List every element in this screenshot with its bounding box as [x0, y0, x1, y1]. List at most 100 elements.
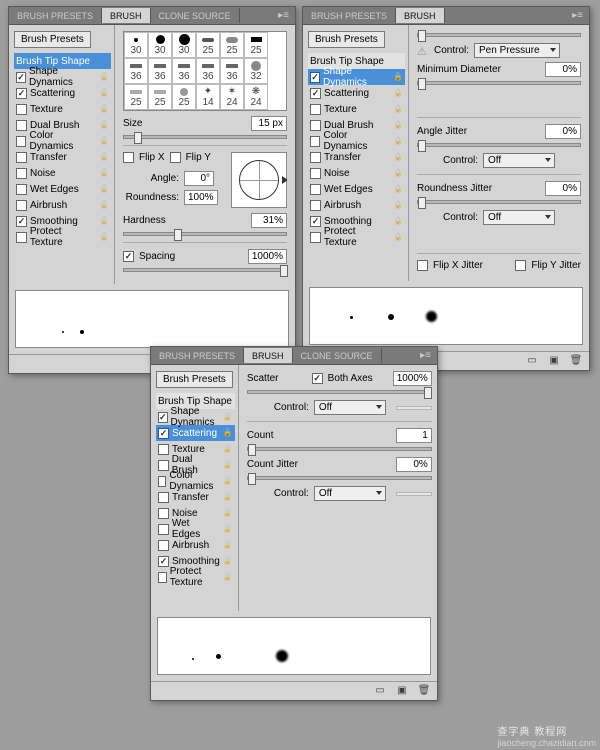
- size-slider[interactable]: [123, 135, 287, 139]
- checkbox-icon[interactable]: [16, 120, 27, 131]
- checkbox-icon[interactable]: [158, 508, 169, 519]
- flyout-menu-icon[interactable]: ▸≡: [566, 10, 589, 21]
- opt-noise[interactable]: Noise🔒: [14, 165, 111, 181]
- flyout-menu-icon[interactable]: ▸≡: [414, 350, 437, 361]
- checkbox-icon[interactable]: [16, 216, 27, 227]
- round-jitter-slider[interactable]: [417, 200, 581, 204]
- checkbox-icon[interactable]: [16, 184, 27, 195]
- flipy-jitter-checkbox[interactable]: [515, 260, 526, 271]
- tab-brush[interactable]: BRUSH: [396, 8, 445, 23]
- opt-shape-dynamics[interactable]: Shape Dynamics🔒: [14, 69, 111, 85]
- opt-shape-dynamics[interactable]: Shape Dynamics🔒: [308, 69, 405, 85]
- angle-jitter-slider[interactable]: [417, 143, 581, 147]
- hardness-slider[interactable]: [123, 232, 287, 236]
- control-dropdown[interactable]: Off: [314, 486, 386, 501]
- opt-texture[interactable]: Texture🔒: [308, 101, 405, 117]
- opt-airbrush[interactable]: Airbrush🔒: [308, 197, 405, 213]
- tab-brush-presets[interactable]: BRUSH PRESETS: [303, 8, 396, 23]
- checkbox-icon[interactable]: [16, 88, 27, 99]
- angle-jitter-input[interactable]: 0%: [545, 124, 581, 139]
- angle-widget[interactable]: [231, 152, 287, 208]
- spacing-input[interactable]: 1000%: [248, 249, 287, 264]
- control-dropdown[interactable]: Pen Pressure: [474, 43, 560, 58]
- opt-shape-dynamics[interactable]: Shape Dynamics🔒: [156, 409, 235, 425]
- checkbox-icon[interactable]: [158, 492, 169, 503]
- opt-airbrush[interactable]: Airbrush🔒: [156, 537, 235, 553]
- checkbox-icon[interactable]: [158, 412, 168, 423]
- tab-clone-source[interactable]: CLONE SOURCE: [293, 348, 382, 363]
- count-input[interactable]: 1: [396, 428, 432, 443]
- checkbox-icon[interactable]: [310, 120, 321, 131]
- checkbox-icon[interactable]: [310, 72, 320, 83]
- opt-color-dynamics[interactable]: Color Dynamics🔒: [156, 473, 235, 489]
- brush-presets-button[interactable]: Brush Presets: [156, 371, 233, 388]
- tab-brush-presets[interactable]: BRUSH PRESETS: [9, 8, 102, 23]
- checkbox-icon[interactable]: [310, 136, 320, 147]
- checkbox-icon[interactable]: [310, 168, 321, 179]
- opt-protect-texture[interactable]: Protect Texture🔒: [14, 229, 111, 245]
- checkbox-icon[interactable]: [158, 460, 169, 471]
- new-brush-icon[interactable]: ▣: [547, 355, 561, 367]
- checkbox-icon[interactable]: [310, 184, 321, 195]
- checkbox-icon[interactable]: [158, 444, 169, 455]
- checkbox-icon[interactable]: [16, 168, 27, 179]
- checkbox-icon[interactable]: [16, 200, 27, 211]
- checkbox-icon[interactable]: [310, 104, 321, 115]
- scatter-slider[interactable]: [247, 390, 432, 394]
- checkbox-icon[interactable]: [16, 72, 26, 83]
- opt-scattering[interactable]: Scattering🔒: [156, 425, 235, 441]
- round-jitter-input[interactable]: 0%: [545, 181, 581, 196]
- opt-transfer[interactable]: Transfer🔒: [156, 489, 235, 505]
- scatter-input[interactable]: 1000%: [393, 371, 432, 386]
- opt-protect-texture[interactable]: Protect Texture🔒: [156, 569, 235, 585]
- flipx-jitter-checkbox[interactable]: [417, 260, 428, 271]
- trash-icon[interactable]: 🗑: [417, 685, 431, 697]
- flyout-menu-icon[interactable]: ▸≡: [272, 10, 295, 21]
- size-input[interactable]: 15 px: [251, 116, 287, 131]
- count-slider[interactable]: [247, 447, 432, 451]
- checkbox-icon[interactable]: [158, 556, 169, 567]
- tab-brush[interactable]: BRUSH: [244, 348, 293, 363]
- toggle-preview-icon[interactable]: ▭: [525, 355, 539, 367]
- opt-airbrush[interactable]: Airbrush🔒: [14, 197, 111, 213]
- checkbox-icon[interactable]: [310, 216, 321, 227]
- tab-clone-source[interactable]: CLONE SOURCE: [151, 8, 240, 23]
- opt-wet-edges[interactable]: Wet Edges🔒: [156, 521, 235, 537]
- count-jitter-input[interactable]: 0%: [396, 457, 432, 472]
- min-dia-slider[interactable]: [417, 81, 581, 85]
- trash-icon[interactable]: 🗑: [569, 355, 583, 367]
- opt-color-dynamics[interactable]: Color Dynamics🔒: [14, 133, 111, 149]
- checkbox-icon[interactable]: [158, 540, 169, 551]
- checkbox-icon[interactable]: [310, 88, 321, 99]
- new-brush-icon[interactable]: ▣: [395, 685, 409, 697]
- hardness-input[interactable]: 31%: [251, 213, 287, 228]
- min-dia-input[interactable]: 0%: [545, 62, 581, 77]
- checkbox-icon[interactable]: [158, 572, 167, 583]
- roundness-input[interactable]: 100%: [184, 190, 218, 205]
- brush-thumbnail-grid[interactable]: 30 30 30 25 25 25 36 36 36 36 36 32 25 2…: [123, 31, 287, 111]
- checkbox-icon[interactable]: [16, 232, 27, 243]
- checkbox-icon[interactable]: [158, 476, 166, 487]
- opt-protect-texture[interactable]: Protect Texture🔒: [308, 229, 405, 245]
- checkbox-icon[interactable]: [16, 152, 27, 163]
- checkbox-icon[interactable]: [158, 428, 169, 439]
- flipy-checkbox[interactable]: [170, 152, 181, 163]
- tab-brush[interactable]: BRUSH: [102, 8, 151, 23]
- both-axes-checkbox[interactable]: [312, 373, 323, 384]
- size-jitter-slider[interactable]: [417, 33, 581, 37]
- checkbox-icon[interactable]: [16, 136, 26, 147]
- checkbox-icon[interactable]: [310, 232, 321, 243]
- brush-presets-button[interactable]: Brush Presets: [14, 31, 91, 48]
- count-jitter-slider[interactable]: [247, 476, 432, 480]
- spacing-checkbox[interactable]: [123, 251, 134, 262]
- opt-texture[interactable]: Texture🔒: [14, 101, 111, 117]
- brush-presets-button[interactable]: Brush Presets: [308, 31, 385, 48]
- tab-brush-presets[interactable]: BRUSH PRESETS: [151, 348, 244, 363]
- angle-input[interactable]: 0°: [184, 171, 214, 186]
- opt-color-dynamics[interactable]: Color Dynamics🔒: [308, 133, 405, 149]
- checkbox-icon[interactable]: [310, 152, 321, 163]
- flipx-checkbox[interactable]: [123, 152, 134, 163]
- checkbox-icon[interactable]: [158, 524, 169, 535]
- opt-wet-edges[interactable]: Wet Edges🔒: [14, 181, 111, 197]
- checkbox-icon[interactable]: [310, 200, 321, 211]
